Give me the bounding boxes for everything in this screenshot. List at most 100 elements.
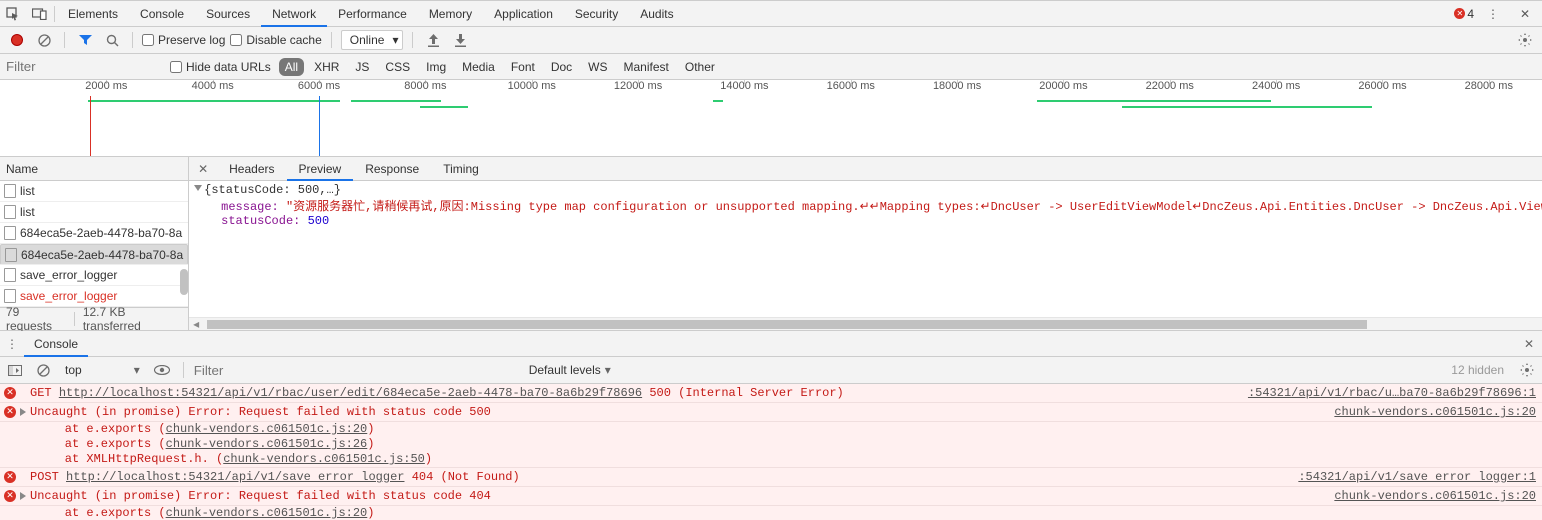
detail-tab-headers[interactable]: Headers bbox=[217, 157, 286, 180]
main-tab-bar: ElementsConsoleSourcesNetworkPerformance… bbox=[0, 1, 1542, 27]
request-row[interactable]: 684eca5e-2aeb-4478-ba70-8a bbox=[0, 244, 188, 265]
live-expression-icon[interactable] bbox=[151, 359, 173, 381]
timeline-tick-label: 24000 ms bbox=[1252, 80, 1300, 92]
horizontal-scrollbar[interactable]: ◂ ▸ bbox=[189, 317, 1542, 330]
console-row[interactable]: ✕POST http://localhost:54321/api/v1/save… bbox=[0, 468, 1542, 487]
close-drawer-icon[interactable]: ✕ bbox=[1516, 331, 1542, 356]
detail-tab-response[interactable]: Response bbox=[353, 157, 431, 180]
request-list-header[interactable]: Name bbox=[0, 157, 188, 181]
timeline-bar bbox=[351, 100, 441, 102]
error-counter[interactable]: ✕4 bbox=[1454, 7, 1474, 21]
console-filter-input[interactable] bbox=[194, 360, 518, 380]
console-message: Uncaught (in promise) Error: Request fai… bbox=[30, 405, 1326, 419]
tab-performance[interactable]: Performance bbox=[327, 1, 418, 26]
console-row[interactable]: ✕GET http://localhost:54321/api/v1/rbac/… bbox=[0, 384, 1542, 403]
console-drawer-tab[interactable]: Console bbox=[24, 331, 88, 356]
detail-tab-preview[interactable]: Preview bbox=[287, 157, 354, 180]
filter-type-all[interactable]: All bbox=[279, 58, 304, 76]
filter-type-css[interactable]: CSS bbox=[379, 58, 416, 76]
tab-audits[interactable]: Audits bbox=[629, 1, 684, 26]
search-icon[interactable] bbox=[101, 29, 123, 51]
timeline-bar bbox=[1122, 106, 1372, 108]
timeline-tick-label: 8000 ms bbox=[404, 80, 446, 92]
close-detail-icon[interactable]: ✕ bbox=[189, 157, 217, 180]
filter-type-img[interactable]: Img bbox=[420, 58, 452, 76]
hide-data-urls-label: Hide data URLs bbox=[186, 60, 271, 74]
tab-security[interactable]: Security bbox=[564, 1, 629, 26]
download-har-icon[interactable] bbox=[449, 29, 471, 51]
console-sidebar-toggle-icon[interactable] bbox=[4, 359, 26, 381]
filter-type-ws[interactable]: WS bbox=[582, 58, 613, 76]
preview-body[interactable]: {statusCode: 500,…} message: "资源服务器忙,请稍候… bbox=[189, 181, 1542, 317]
file-icon bbox=[4, 205, 16, 219]
hide-data-urls-checkbox[interactable]: Hide data URLs bbox=[170, 60, 271, 74]
timeline-bar bbox=[1037, 100, 1271, 102]
timeline-tick-label: 18000 ms bbox=[933, 80, 981, 92]
request-row[interactable]: list bbox=[0, 181, 188, 202]
console-toolbar: top▾ Default levels▾ 12 hidden bbox=[0, 357, 1542, 384]
throttling-select[interactable]: Online▾ bbox=[341, 30, 404, 50]
status-value: 500 bbox=[308, 214, 330, 228]
source-link[interactable]: chunk-vendors.c061501c.js:20 bbox=[1334, 489, 1536, 503]
filter-type-other[interactable]: Other bbox=[679, 58, 721, 76]
timeline-tick-label: 20000 ms bbox=[1039, 80, 1087, 92]
filter-type-media[interactable]: Media bbox=[456, 58, 501, 76]
request-row[interactable]: save_error_logger bbox=[0, 286, 188, 307]
record-button[interactable] bbox=[6, 29, 28, 51]
request-name: list bbox=[20, 205, 35, 219]
tab-sources[interactable]: Sources bbox=[195, 1, 261, 26]
request-name: save_error_logger bbox=[20, 289, 117, 303]
tab-network[interactable]: Network bbox=[261, 1, 327, 26]
levels-value: Default levels bbox=[529, 363, 601, 377]
source-link[interactable]: :54321/api/v1/rbac/u…ba70-8a6b29f78696:1 bbox=[1248, 386, 1536, 400]
network-settings-icon[interactable] bbox=[1514, 29, 1536, 51]
expand-icon[interactable] bbox=[20, 408, 26, 416]
tab-memory[interactable]: Memory bbox=[418, 1, 483, 26]
error-icon: ✕ bbox=[4, 406, 16, 418]
console-settings-icon[interactable] bbox=[1516, 359, 1538, 381]
kebab-menu-icon[interactable]: ⋮ bbox=[1480, 1, 1506, 27]
scrollbar-thumb[interactable] bbox=[180, 269, 188, 295]
filter-type-xhr[interactable]: XHR bbox=[308, 58, 345, 76]
request-row[interactable]: save_error_logger bbox=[0, 265, 188, 286]
tab-elements[interactable]: Elements bbox=[57, 1, 129, 26]
close-devtools-icon[interactable]: ✕ bbox=[1512, 1, 1538, 27]
network-toolbar: Preserve log Disable cache Online▾ bbox=[0, 27, 1542, 54]
console-message: POST http://localhost:54321/api/v1/save … bbox=[30, 470, 1290, 484]
drawer-kebab-icon[interactable]: ⋮ bbox=[0, 331, 24, 356]
hidden-messages-count[interactable]: 12 hidden bbox=[1451, 363, 1510, 377]
request-row[interactable]: list bbox=[0, 202, 188, 223]
source-link[interactable]: :54321/api/v1/save error logger:1 bbox=[1298, 470, 1536, 484]
tab-application[interactable]: Application bbox=[483, 1, 564, 26]
clear-button[interactable] bbox=[33, 29, 55, 51]
filter-type-font[interactable]: Font bbox=[505, 58, 541, 76]
request-row[interactable]: 684eca5e-2aeb-4478-ba70-8a bbox=[0, 223, 188, 244]
detail-tab-timing[interactable]: Timing bbox=[431, 157, 491, 180]
filter-type-doc[interactable]: Doc bbox=[545, 58, 578, 76]
console-row[interactable]: ✕Uncaught (in promise) Error: Request fa… bbox=[0, 487, 1542, 506]
source-link[interactable]: chunk-vendors.c061501c.js:20 bbox=[1334, 405, 1536, 419]
console-messages[interactable]: ✕GET http://localhost:54321/api/v1/rbac/… bbox=[0, 384, 1542, 520]
tab-console[interactable]: Console bbox=[129, 1, 195, 26]
filter-type-js[interactable]: JS bbox=[349, 58, 375, 76]
timeline-tick-label: 2000 ms bbox=[85, 80, 127, 92]
device-toggle-icon[interactable] bbox=[26, 1, 52, 27]
inspect-icon[interactable] bbox=[0, 1, 26, 27]
scrollbar-thumb[interactable] bbox=[207, 320, 1367, 329]
filter-input[interactable] bbox=[0, 57, 170, 77]
console-row[interactable]: ✕ Uncaught (in promise) Error: Request fa… bbox=[0, 403, 1542, 422]
log-levels-select[interactable]: Default levels▾ bbox=[524, 360, 616, 380]
expand-icon[interactable] bbox=[20, 492, 26, 500]
preserve-log-checkbox[interactable]: Preserve log bbox=[142, 33, 225, 47]
filter-type-manifest[interactable]: Manifest bbox=[618, 58, 675, 76]
execution-context-select[interactable]: top▾ bbox=[60, 360, 145, 380]
filter-toggle-icon[interactable] bbox=[74, 29, 96, 51]
status-key: statusCode: bbox=[221, 214, 300, 228]
transfer-size: 12.7 KB transferred bbox=[83, 305, 182, 333]
network-timeline[interactable]: 2000 ms4000 ms6000 ms8000 ms10000 ms1200… bbox=[0, 80, 1542, 157]
disable-cache-checkbox[interactable]: Disable cache bbox=[230, 33, 321, 47]
timeline-cursor[interactable] bbox=[319, 96, 320, 156]
clear-console-icon[interactable] bbox=[32, 359, 54, 381]
timeline-tick-label: 16000 ms bbox=[827, 80, 875, 92]
upload-har-icon[interactable] bbox=[422, 29, 444, 51]
